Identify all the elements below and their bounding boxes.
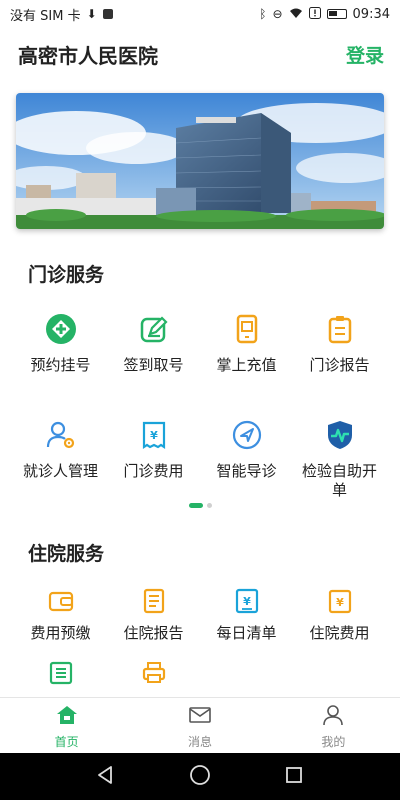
bottom-tab-bar: 首页 消息 我的 bbox=[0, 697, 400, 753]
back-icon[interactable] bbox=[96, 765, 116, 789]
list-icon bbox=[44, 656, 78, 690]
patient-manage-icon bbox=[44, 418, 78, 452]
recharge-icon bbox=[230, 312, 264, 346]
outpatient-section-title: 门诊服务 bbox=[28, 264, 105, 286]
report-icon bbox=[323, 312, 357, 346]
tab-messages[interactable]: 消息 bbox=[133, 698, 266, 753]
page-dot bbox=[206, 503, 212, 508]
prepay-icon bbox=[44, 584, 78, 618]
system-nav-bar bbox=[0, 753, 400, 800]
patient-manage-button[interactable]: 就诊人管理 bbox=[14, 418, 107, 500]
tab-label: 消息 bbox=[187, 735, 212, 749]
recharge-button[interactable]: 掌上充值 bbox=[200, 312, 293, 375]
item-label: 就诊人管理 bbox=[22, 462, 98, 480]
prepay-button[interactable]: 费用预缴 bbox=[14, 584, 107, 643]
outpatient-fee-button[interactable]: ¥ 门诊费用 bbox=[107, 418, 200, 500]
mail-icon bbox=[188, 704, 212, 730]
inpatient-report-button[interactable]: 住院报告 bbox=[107, 584, 200, 643]
item-label: 住院费用 bbox=[309, 624, 370, 642]
outpatient-row-1: 预约挂号 签到取号 掌上充值 门诊报告 bbox=[14, 312, 386, 375]
page-dot-active bbox=[188, 503, 203, 508]
checkin-button[interactable]: 签到取号 bbox=[107, 312, 200, 375]
item-label: 每日清单 bbox=[216, 624, 277, 642]
register-button[interactable]: 预约挂号 bbox=[14, 312, 107, 375]
alert-icon bbox=[308, 6, 321, 22]
inpatient-fee-button[interactable]: ¥ 住院费用 bbox=[293, 584, 386, 643]
item-label: 预约挂号 bbox=[30, 356, 91, 374]
hospital-banner[interactable] bbox=[16, 93, 384, 229]
inpatient-fee-icon: ¥ bbox=[323, 584, 357, 618]
inpatient-report-icon bbox=[137, 584, 171, 618]
home-icon bbox=[56, 704, 78, 730]
page-indicator bbox=[0, 503, 400, 508]
user-icon bbox=[322, 704, 344, 730]
smart-guide-button[interactable]: 智能导诊 bbox=[200, 418, 293, 500]
outpatient-row-2: 就诊人管理 ¥ 门诊费用 智能导诊 检验自助开单 bbox=[14, 418, 386, 500]
svg-text:¥: ¥ bbox=[243, 595, 251, 608]
tab-profile[interactable]: 我的 bbox=[267, 698, 400, 753]
svg-text:¥: ¥ bbox=[150, 429, 158, 442]
battery-icon bbox=[326, 9, 347, 19]
register-icon bbox=[44, 312, 78, 346]
fee-icon: ¥ bbox=[137, 418, 171, 452]
recents-icon[interactable] bbox=[284, 765, 304, 789]
lab-order-icon bbox=[323, 418, 357, 452]
printer-icon bbox=[137, 656, 171, 690]
hospital-building-photo bbox=[16, 93, 384, 229]
guide-icon bbox=[230, 418, 264, 452]
clock: 09:34 bbox=[352, 6, 390, 22]
tab-label: 首页 bbox=[54, 735, 79, 749]
item-label: 智能导诊 bbox=[216, 462, 277, 480]
item-label: 掌上充值 bbox=[216, 356, 277, 374]
item-label: 门诊报告 bbox=[309, 356, 370, 374]
lab-order-button[interactable]: 检验自助开单 bbox=[293, 418, 386, 500]
daily-list-button[interactable]: ¥ 每日清单 bbox=[200, 584, 293, 643]
dnd-icon: ⊖ bbox=[272, 7, 283, 21]
checkin-icon bbox=[137, 312, 171, 346]
carrier-label: 没有 SIM 卡 bbox=[10, 8, 81, 24]
tab-home[interactable]: 首页 bbox=[0, 698, 133, 753]
svg-text:¥: ¥ bbox=[336, 596, 344, 609]
inpatient-row-2 bbox=[14, 656, 386, 690]
download-icon: ⬇ bbox=[86, 7, 97, 21]
inpatient-list-button[interactable] bbox=[14, 656, 107, 690]
bluetooth-icon: ᛒ bbox=[259, 7, 267, 21]
tab-label: 我的 bbox=[321, 735, 346, 749]
item-label: 签到取号 bbox=[123, 356, 184, 374]
app-header: 高密市人民医院 登录 bbox=[0, 30, 400, 78]
notification-icon bbox=[102, 9, 113, 19]
daily-list-icon: ¥ bbox=[230, 584, 264, 618]
inpatient-row-1: 费用预缴 住院报告 ¥ 每日清单 ¥ 住院费用 bbox=[14, 584, 386, 643]
outpatient-report-button[interactable]: 门诊报告 bbox=[293, 312, 386, 375]
item-label: 检验自助开单 bbox=[301, 462, 377, 499]
wifi-icon bbox=[289, 7, 303, 22]
page-title: 高密市人民医院 bbox=[18, 43, 158, 68]
home-nav-icon[interactable] bbox=[189, 764, 211, 790]
status-bar: 没有 SIM 卡 ⬇ ᛒ ⊖ 09:34 bbox=[0, 0, 400, 28]
item-label: 住院报告 bbox=[123, 624, 184, 642]
login-button[interactable]: 登录 bbox=[346, 41, 384, 68]
item-label: 费用预缴 bbox=[30, 624, 91, 642]
print-button[interactable] bbox=[107, 656, 200, 690]
inpatient-section-title: 住院服务 bbox=[28, 543, 105, 565]
item-label: 门诊费用 bbox=[123, 462, 184, 480]
